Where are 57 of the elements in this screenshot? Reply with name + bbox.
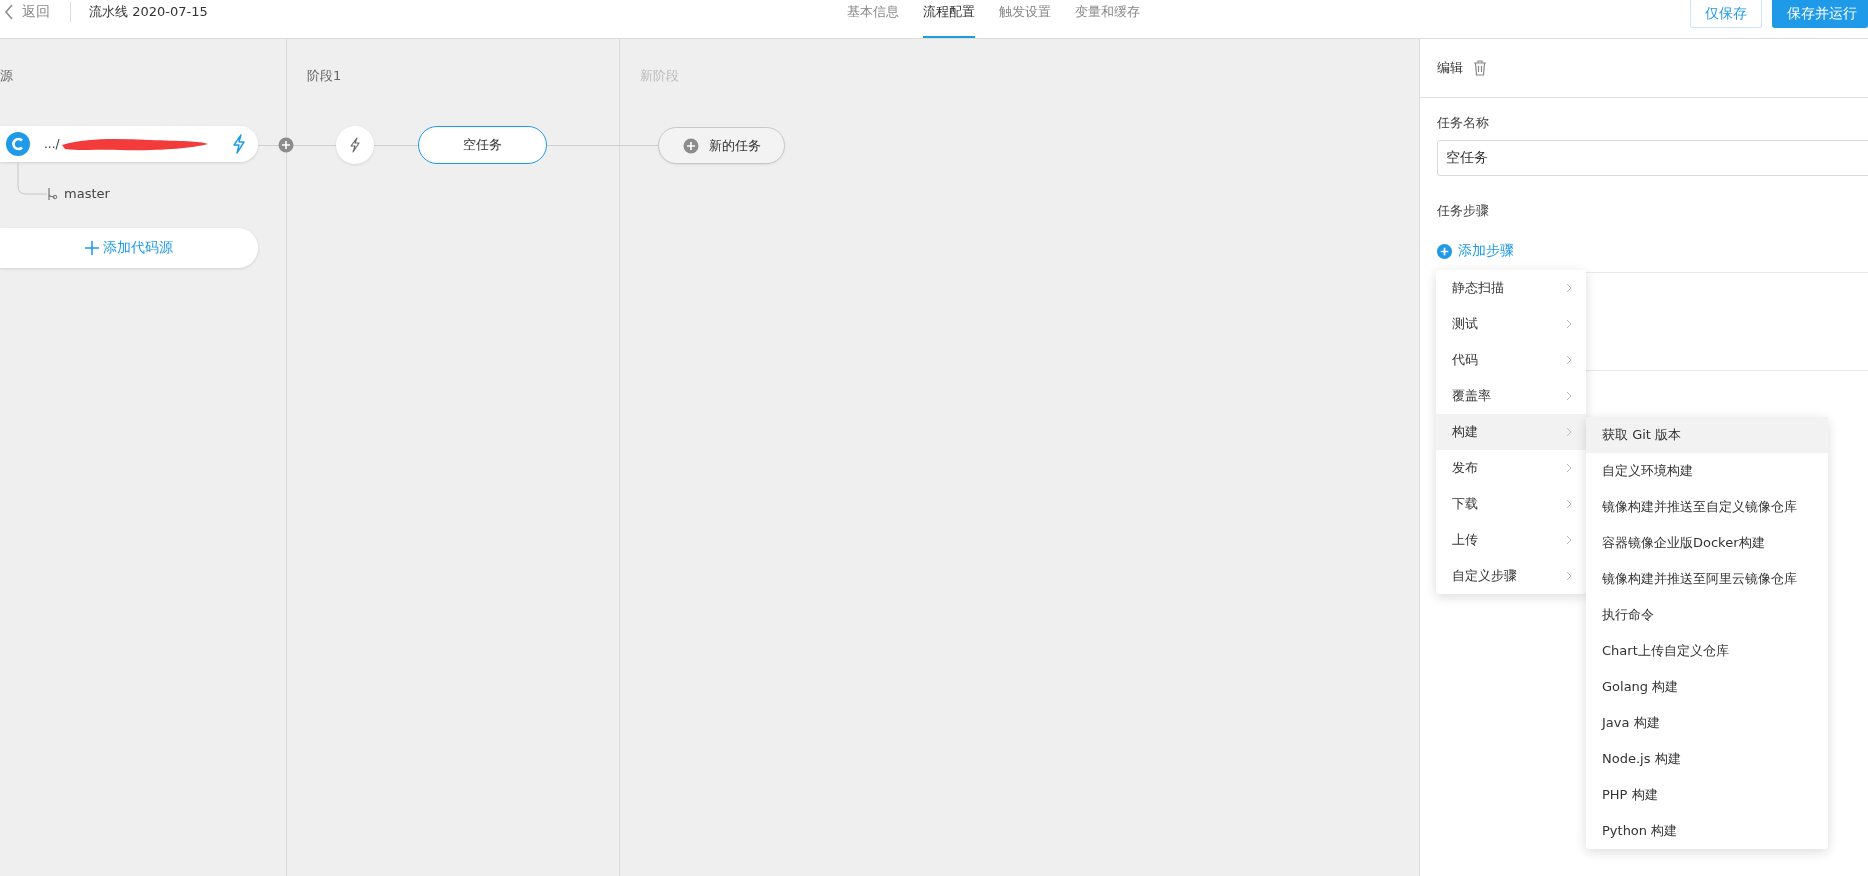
source-card[interactable]: .../: [0, 126, 258, 162]
chevron-right-icon: [1566, 283, 1572, 293]
task-node[interactable]: 空任务: [418, 126, 547, 164]
trigger-node[interactable]: [336, 126, 374, 164]
tab[interactable]: 基本信息: [847, 0, 900, 38]
menu-item[interactable]: 下载: [1436, 486, 1586, 522]
menu-item[interactable]: 上传: [1436, 522, 1586, 558]
menu-item[interactable]: 获取 Git 版本: [1586, 417, 1828, 453]
menu-item[interactable]: 代码: [1436, 342, 1586, 378]
chevron-right-icon: [1566, 571, 1572, 581]
new-task-button[interactable]: 新的任务: [658, 127, 785, 164]
lightning-icon: [349, 137, 361, 153]
menu-item[interactable]: Node.js 构建: [1586, 741, 1828, 777]
task-name-field[interactable]: 空任务: [1437, 140, 1868, 176]
menu-item[interactable]: 构建: [1436, 414, 1586, 450]
branch-name: master: [64, 186, 110, 201]
menu-item[interactable]: 自定义步骤: [1436, 558, 1586, 594]
chevron-right-icon: [1566, 319, 1572, 329]
chevron-right-icon: [1566, 427, 1572, 437]
menu-item[interactable]: 执行命令: [1586, 597, 1828, 633]
menu-item[interactable]: PHP 构建: [1586, 777, 1828, 813]
trash-icon[interactable]: [1473, 60, 1487, 76]
menu-item[interactable]: Python 构建: [1586, 813, 1828, 849]
tab[interactable]: 变量和缓存: [1075, 0, 1141, 38]
plus-icon: [682, 137, 699, 154]
column-title: 源: [0, 68, 13, 83]
menu-item[interactable]: 静态扫描: [1436, 270, 1586, 306]
add-stage-icon[interactable]: [278, 137, 294, 153]
plus-circle-icon: [1437, 243, 1452, 259]
branch-connector-line: [17, 162, 47, 196]
menu-item[interactable]: Chart上传自定义仓库: [1586, 633, 1828, 669]
field-label: 任务名称: [1437, 114, 1489, 132]
chevron-right-icon: [1566, 355, 1572, 365]
branch-icon: [46, 186, 58, 201]
menu-item[interactable]: Golang 构建: [1586, 669, 1828, 705]
field-label: 任务步骤: [1437, 202, 1489, 220]
menu-item[interactable]: 容器镜像企业版Docker构建: [1586, 525, 1828, 561]
menu-item[interactable]: 镜像构建并推送至阿里云镜像仓库: [1586, 561, 1828, 597]
back-link[interactable]: 返回: [4, 3, 50, 21]
menu-item[interactable]: 镜像构建并推送至自定义镜像仓库: [1586, 489, 1828, 525]
chevron-right-icon: [1566, 499, 1572, 509]
menu-item[interactable]: 测试: [1436, 306, 1586, 342]
panel-title: 编辑: [1437, 59, 1463, 77]
menu-item[interactable]: 发布: [1436, 450, 1586, 486]
tab[interactable]: 触发设置: [999, 0, 1052, 38]
plus-icon: [85, 241, 99, 255]
lightning-icon: [232, 134, 246, 154]
stage-title: 阶段1: [307, 68, 342, 83]
repo-path: .../: [44, 137, 60, 151]
repo-logo-icon: [6, 132, 30, 156]
pipeline-title: 流水线 2020-07-15: [89, 3, 208, 21]
chevron-right-icon: [1566, 463, 1572, 473]
menu-item[interactable]: 自定义环境构建: [1586, 453, 1828, 489]
chevron-right-icon: [1566, 535, 1572, 545]
menu-item[interactable]: 覆盖率: [1436, 378, 1586, 414]
chevron-right-icon: [1566, 391, 1572, 401]
menu-item[interactable]: Java 构建: [1586, 705, 1828, 741]
